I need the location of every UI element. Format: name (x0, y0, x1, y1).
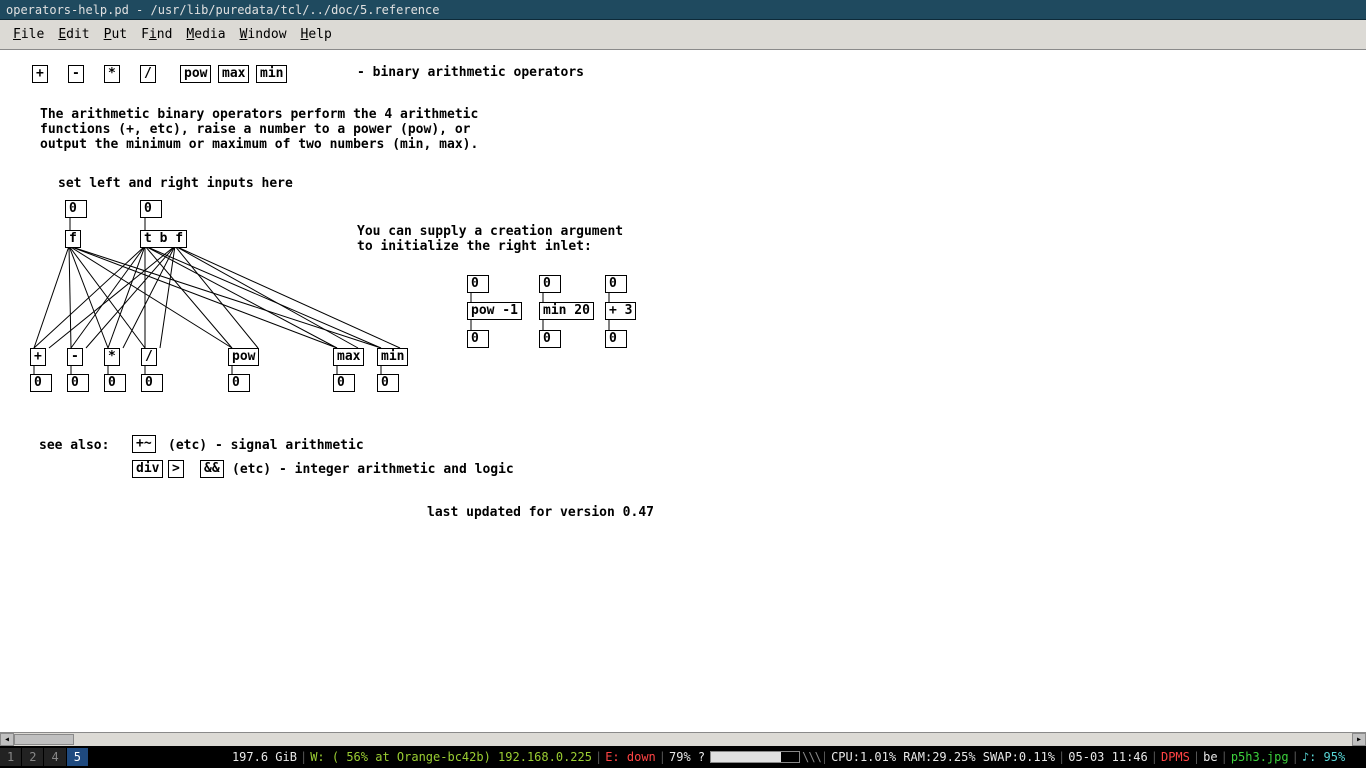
menu-put[interactable]: Put (97, 24, 134, 45)
status-file: p5h3.jpg (1228, 750, 1292, 764)
status-dpms: DPMS (1158, 750, 1193, 764)
header-desc: - binary arithmetic operators (357, 65, 584, 80)
op-max[interactable]: max (333, 348, 364, 366)
op-box-pow[interactable]: pow (180, 65, 211, 83)
out-pow[interactable]: 0 (228, 374, 250, 392)
patch-canvas[interactable]: + - * / pow max min - binary arithmetic … (0, 50, 1366, 746)
ex3-in[interactable]: 0 (605, 275, 627, 293)
status-vol: ♪: 95% (1299, 750, 1348, 764)
op-box-plus[interactable]: + (32, 65, 48, 83)
ex2-in[interactable]: 0 (539, 275, 561, 293)
out-mult[interactable]: 0 (104, 374, 126, 392)
creation-arg-text: You can supply a creation argument to in… (357, 224, 623, 254)
out-div[interactable]: 0 (141, 374, 163, 392)
status-bat-text: 79% ? (666, 750, 708, 764)
obj-tbf[interactable]: t b f (140, 230, 187, 248)
version-text: last updated for version 0.47 (427, 505, 654, 520)
status-eth: E: down (602, 750, 659, 764)
paragraph: The arithmetic binary operators perform … (40, 107, 478, 152)
ex2-obj[interactable]: min 20 (539, 302, 594, 320)
see-also-div[interactable]: div (132, 460, 163, 478)
ex3-obj[interactable]: + 3 (605, 302, 636, 320)
workspace-4[interactable]: 4 (44, 748, 65, 766)
obj-f[interactable]: f (65, 230, 81, 248)
see-also-and[interactable]: && (200, 460, 224, 478)
see-also-sig-text: (etc) - signal arithmetic (168, 438, 364, 453)
numbox-right-in[interactable]: 0 (140, 200, 162, 218)
op-plus[interactable]: + (30, 348, 46, 366)
out-minus[interactable]: 0 (67, 374, 89, 392)
ex1-obj[interactable]: pow -1 (467, 302, 522, 320)
status-wifi: W: ( 56% at Orange-bc42b) 192.168.0.225 (307, 750, 595, 764)
out-max[interactable]: 0 (333, 374, 355, 392)
status-kb: be (1200, 750, 1220, 764)
status-disk: 197.6 GiB (229, 750, 300, 764)
ex1-in[interactable]: 0 (467, 275, 489, 293)
patch-cords (0, 50, 1366, 746)
see-also-sig-box[interactable]: +~ (132, 435, 156, 453)
window-titlebar: operators-help.pd - /usr/lib/puredata/tc… (0, 0, 1366, 20)
op-box-mult[interactable]: * (104, 65, 120, 83)
op-box-div[interactable]: / (140, 65, 156, 83)
wm-status-bar: 1 2 4 5 197.6 GiB| W: ( 56% at Orange-bc… (0, 746, 1366, 768)
menu-find[interactable]: Find (134, 24, 179, 45)
ex3-out[interactable]: 0 (605, 330, 627, 348)
menu-bar: File Edit Put Find Media Window Help (0, 20, 1366, 50)
see-also-label: see also: (39, 438, 109, 453)
op-mult[interactable]: * (104, 348, 120, 366)
op-minus[interactable]: - (67, 348, 83, 366)
scroll-right-arrow-icon[interactable]: ▸ (1352, 733, 1366, 746)
scroll-left-arrow-icon[interactable]: ◂ (0, 733, 14, 746)
window-title: operators-help.pd - /usr/lib/puredata/tc… (6, 3, 439, 17)
see-also-gt[interactable]: > (168, 460, 184, 478)
ex1-out[interactable]: 0 (467, 330, 489, 348)
op-min[interactable]: min (377, 348, 408, 366)
scroll-thumb[interactable] (14, 734, 74, 745)
op-box-min[interactable]: min (256, 65, 287, 83)
menu-edit[interactable]: Edit (51, 24, 96, 45)
workspace-1[interactable]: 1 (0, 748, 21, 766)
status-cpu: CPU:1.01% RAM:29.25% SWAP:0.11% (828, 750, 1058, 764)
battery-tail-icon: \\\ (802, 750, 821, 764)
menu-help[interactable]: Help (294, 24, 339, 45)
menu-window[interactable]: Window (233, 24, 294, 45)
op-div[interactable]: / (141, 348, 157, 366)
numbox-left-in[interactable]: 0 (65, 200, 87, 218)
ex2-out[interactable]: 0 (539, 330, 561, 348)
op-pow[interactable]: pow (228, 348, 259, 366)
menu-file[interactable]: File (6, 24, 51, 45)
op-box-minus[interactable]: - (68, 65, 84, 83)
op-box-max[interactable]: max (218, 65, 249, 83)
workspace-2[interactable]: 2 (22, 748, 43, 766)
battery-icon (710, 751, 800, 763)
workspace-switcher[interactable]: 1 2 4 5 (0, 748, 89, 766)
workspace-5[interactable]: 5 (67, 748, 88, 766)
status-date: 05-03 11:46 (1065, 750, 1150, 764)
see-also-int-text: (etc) - integer arithmetic and logic (232, 462, 514, 477)
out-min[interactable]: 0 (377, 374, 399, 392)
horizontal-scrollbar[interactable]: ◂ ▸ (0, 732, 1366, 746)
menu-media[interactable]: Media (179, 24, 232, 45)
out-plus[interactable]: 0 (30, 374, 52, 392)
set-lr-label: set left and right inputs here (58, 176, 293, 191)
